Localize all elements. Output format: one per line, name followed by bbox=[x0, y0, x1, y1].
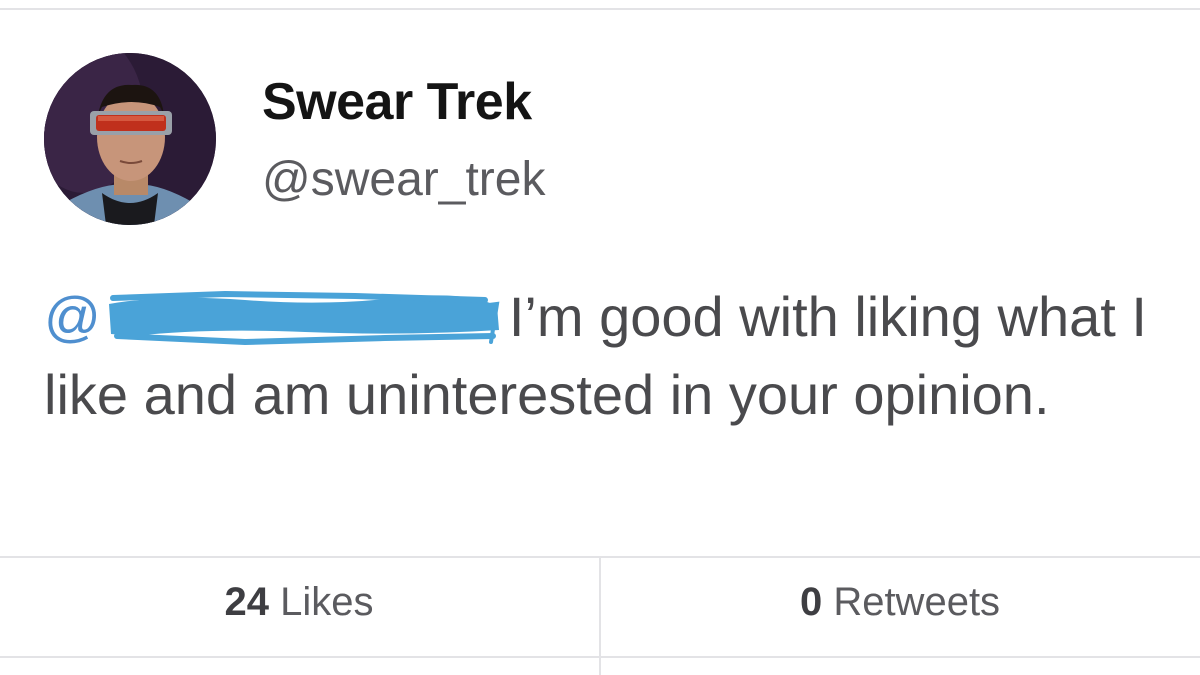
profile-photo-icon bbox=[44, 53, 216, 225]
redaction-scribble bbox=[105, 286, 505, 346]
user-handle[interactable]: @swear_trek bbox=[262, 152, 545, 207]
top-divider bbox=[0, 8, 1200, 10]
stats-bottom-divider bbox=[0, 656, 1200, 658]
likes-stat[interactable]: 24 Likes bbox=[0, 580, 598, 625]
likes-count: 24 bbox=[224, 580, 269, 624]
tweet-body: @ I’m good with liking what I like and a… bbox=[44, 278, 1154, 434]
redaction-scribble-icon bbox=[108, 290, 500, 346]
mention-link[interactable]: @ bbox=[44, 285, 101, 348]
display-name[interactable]: Swear Trek bbox=[262, 72, 532, 132]
retweets-stat[interactable]: 0 Retweets bbox=[601, 580, 1199, 625]
retweets-label: Retweets bbox=[833, 580, 1001, 624]
retweets-count: 0 bbox=[799, 580, 823, 624]
likes-label: Likes bbox=[280, 580, 374, 624]
avatar[interactable] bbox=[44, 53, 216, 225]
